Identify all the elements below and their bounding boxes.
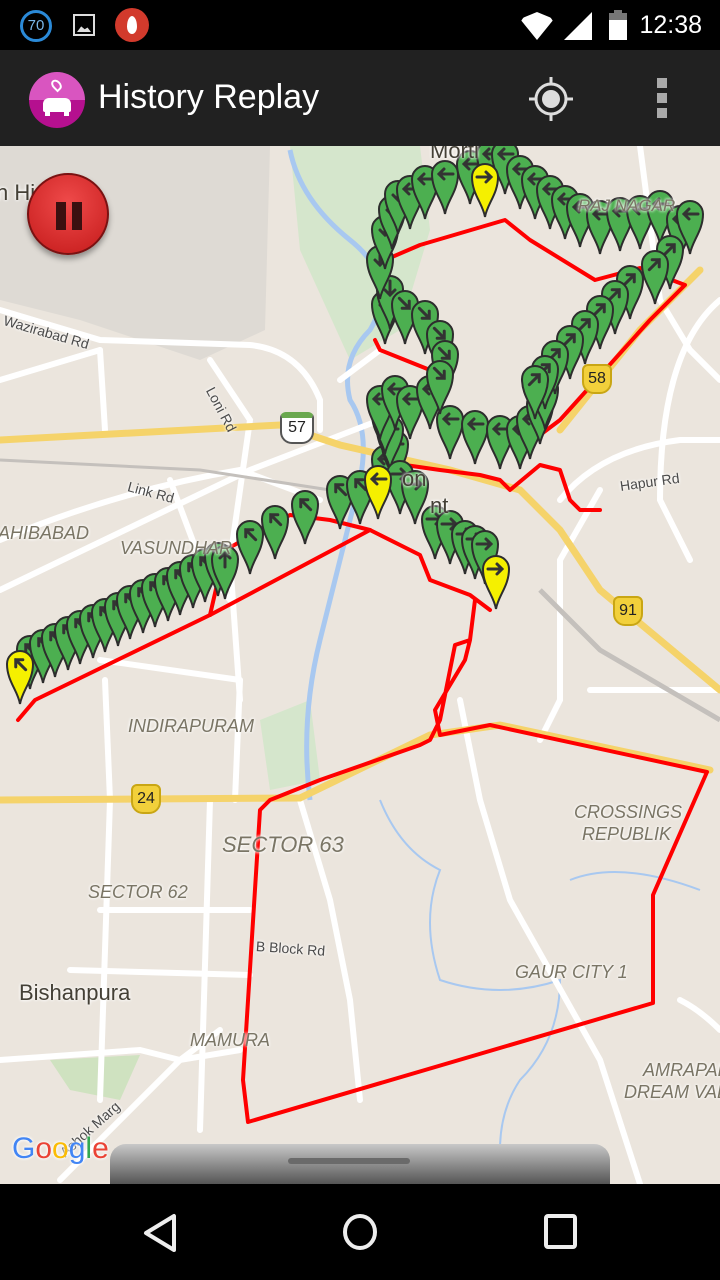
map-label-republik: REPUBLIK bbox=[582, 824, 672, 844]
highway-shield-58: 58 bbox=[582, 364, 612, 394]
flame-app-icon bbox=[115, 8, 149, 42]
highway-shield-57: 57 bbox=[280, 412, 314, 444]
speed-badge-text: 70 bbox=[27, 17, 45, 34]
home-icon bbox=[343, 1214, 377, 1250]
overflow-menu-button[interactable] bbox=[650, 76, 676, 122]
map-label-vasundhara: VASUNDHAR bbox=[120, 538, 233, 558]
status-bar: 70 12:38 bbox=[0, 0, 720, 50]
map-label-crossings: CROSSINGS bbox=[574, 802, 683, 822]
battery-icon bbox=[609, 10, 627, 40]
map-label-dream-valley: DREAM VALL bbox=[624, 1082, 720, 1102]
clock: 12:38 bbox=[639, 11, 702, 39]
recents-icon bbox=[544, 1214, 577, 1249]
speed-70-icon: 70 bbox=[20, 10, 52, 42]
app-bar: History Replay bbox=[0, 50, 720, 146]
highway-shield-91: 91 bbox=[613, 596, 643, 626]
map-label-mamura: MAMURA bbox=[190, 1030, 270, 1050]
home-button[interactable] bbox=[330, 1204, 390, 1260]
image-icon bbox=[73, 14, 95, 36]
drag-grip[interactable] bbox=[288, 1158, 410, 1164]
pause-button[interactable] bbox=[27, 173, 109, 255]
history-marker[interactable] bbox=[260, 502, 290, 560]
back-button[interactable] bbox=[130, 1204, 190, 1260]
map-label-gaur-city: GAUR CITY 1 bbox=[515, 962, 628, 982]
current-position-marker[interactable] bbox=[5, 647, 35, 705]
map-label-raj-nagar: RAJ NAGAR bbox=[578, 196, 676, 215]
current-position-marker[interactable] bbox=[470, 160, 500, 218]
history-marker[interactable] bbox=[290, 487, 320, 545]
bottom-sheet-handle[interactable] bbox=[110, 1144, 610, 1184]
map-label-sector-63: SECTOR 63 bbox=[222, 832, 344, 857]
recents-button[interactable] bbox=[530, 1204, 590, 1260]
history-marker[interactable] bbox=[425, 357, 455, 415]
map-label-sector-62: SECTOR 62 bbox=[88, 882, 188, 902]
my-location-icon bbox=[529, 77, 573, 121]
navigation-bar bbox=[0, 1184, 720, 1280]
map-label-indirapuram: INDIRAPURAM bbox=[128, 716, 255, 736]
my-location-button[interactable] bbox=[526, 74, 576, 124]
car-location-icon[interactable] bbox=[29, 72, 85, 128]
back-icon bbox=[144, 1214, 176, 1252]
map-label-amrapali: AMRAPAL bbox=[643, 1060, 720, 1080]
map-label-hindon-part2: nt bbox=[430, 493, 449, 518]
wifi-icon bbox=[520, 12, 554, 40]
map-view[interactable]: Morti n Hi Wazirabad Rd Loni Rd RAJ NAGA… bbox=[0, 146, 720, 1184]
replay-markers-layer bbox=[0, 146, 720, 1184]
map-label-morti: Morti bbox=[430, 146, 479, 163]
highway-shield-24: 24 bbox=[131, 784, 161, 814]
cellular-signal-icon bbox=[564, 12, 592, 40]
current-position-marker[interactable] bbox=[363, 462, 393, 520]
map-label-hindon-part1: on bbox=[402, 466, 427, 491]
google-attribution[interactable]: Google bbox=[12, 1132, 109, 1166]
app-title: History Replay bbox=[98, 78, 320, 116]
map-label-bishanpura: Bishanpura bbox=[19, 980, 131, 1005]
map-label-sahibabad: AHIBABAD bbox=[0, 523, 90, 543]
current-position-marker[interactable] bbox=[481, 552, 511, 610]
history-marker[interactable] bbox=[520, 362, 550, 420]
